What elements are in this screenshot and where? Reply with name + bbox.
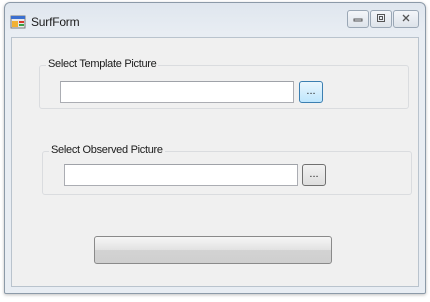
minimize-icon [353,13,363,26]
minimize-button[interactable] [347,10,369,28]
app-form-icon [10,14,26,30]
observed-path-input[interactable] [64,164,298,186]
close-button[interactable] [393,10,419,28]
close-icon [401,13,411,26]
caption-buttons [347,10,419,30]
maximize-button[interactable] [370,10,392,28]
template-browse-button[interactable]: ... [299,81,323,103]
template-picture-label: Select Template Picture [46,58,159,70]
title-bar[interactable]: SurfForm [5,3,425,37]
observed-browse-button[interactable]: ... [302,164,326,186]
client-area: Select Template Picture ... Select Obser… [11,37,419,287]
template-path-input[interactable] [60,81,294,103]
surfform-window: SurfForm Select Template Picture ... Sel… [4,2,426,294]
run-button[interactable] [94,236,332,264]
window-title: SurfForm [31,15,80,29]
observed-picture-label: Select Observed Picture [49,144,165,156]
maximize-icon [376,13,386,26]
